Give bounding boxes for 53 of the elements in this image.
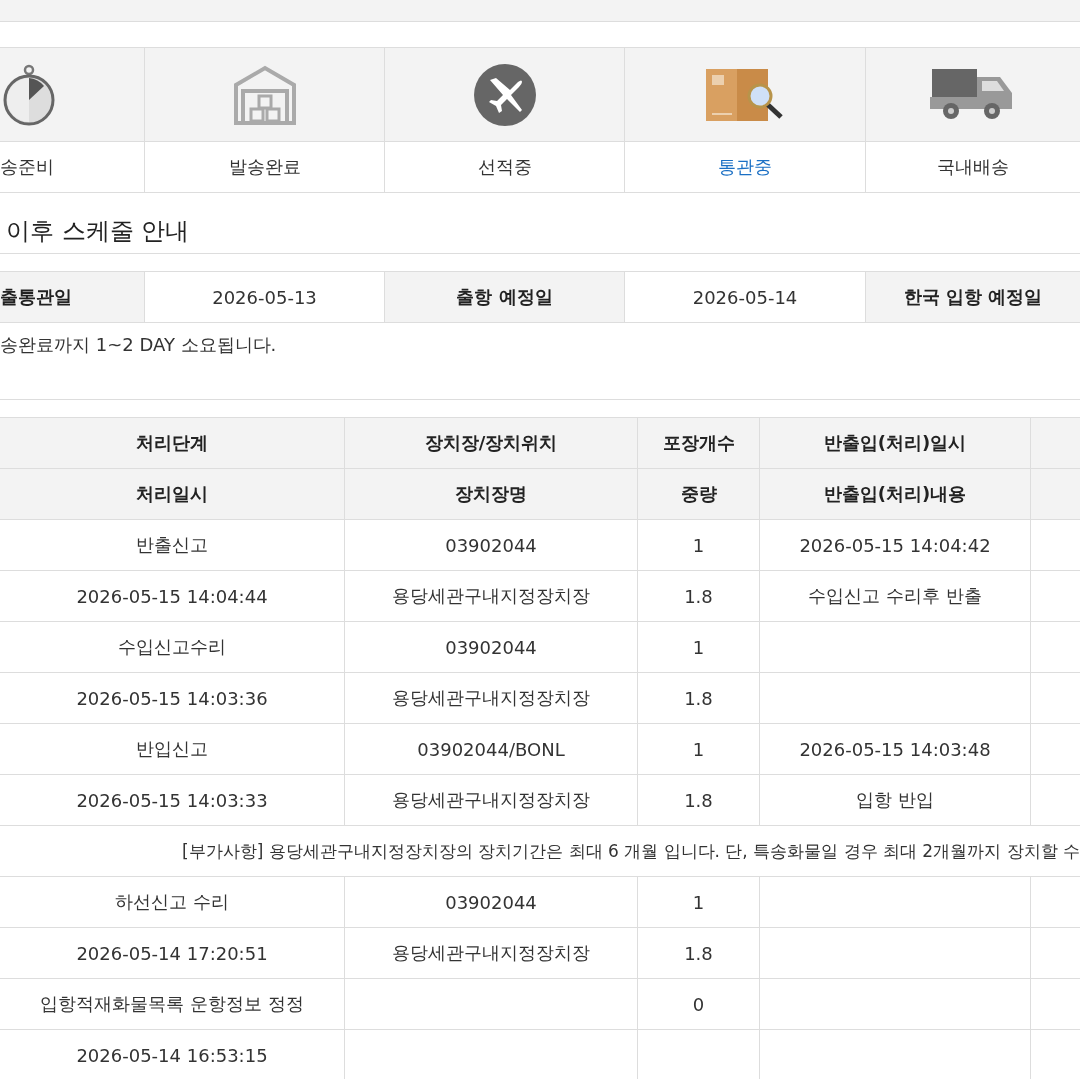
step-label: 통관중: [717, 155, 773, 179]
table-cell: 입항적재화물목록 운항정보 정정: [40, 992, 304, 1016]
column-header: 반출입(처리)일시: [759, 418, 1030, 468]
column-header: 포장개수: [637, 418, 759, 468]
schedule-label: 한국 입항 예정일: [865, 272, 1080, 322]
step-label: 송준비: [0, 155, 55, 179]
table-cell: 03902044/BONL: [417, 738, 565, 760]
table-cell: 수입신고 수리후 반출: [808, 584, 982, 608]
table-cell: 1: [692, 534, 705, 556]
table-cell: 입항 반입: [856, 788, 934, 812]
schedule-note: 송완료까지 1~2 DAY 소요됩니다.: [0, 333, 1080, 400]
table-cell: 03902044: [445, 534, 537, 556]
schedule-label: 출항 예정일: [384, 272, 624, 322]
column-header: 반출입(처리)내용: [759, 469, 1030, 519]
table-cell: 반출신고: [136, 533, 208, 557]
table-cell: 하선신고 수리: [115, 890, 229, 914]
column-header: 처리단계: [135, 431, 209, 455]
schedule-label: 출통관일: [0, 272, 144, 322]
section-title: 이후 스케줄 안내: [0, 215, 1080, 254]
box-magnifier-icon: [706, 68, 784, 121]
warehouse-icon: [232, 64, 297, 125]
table-cell: 03902044: [445, 891, 537, 913]
column-header: 처리일시: [135, 482, 209, 506]
table-cell: 용당세관구내지정장치장: [392, 788, 590, 812]
table-cell: 1.8: [684, 789, 713, 811]
table-cell: 2026-05-15 14:03:36: [76, 687, 268, 709]
table-cell: 0: [692, 993, 705, 1015]
column-header: 중량: [637, 469, 759, 519]
table-cell: 2026-05-15 14:04:44: [76, 585, 268, 607]
table-cell: 2026-05-15 14:04:42: [799, 534, 991, 556]
table-cell: 2026-05-14 16:53:15: [76, 1044, 268, 1066]
table-cell: 용당세관구내지정장치장: [392, 686, 590, 710]
column-header: 장치장명: [344, 469, 637, 519]
table-cell: 2026-05-14 17:20:51: [76, 942, 268, 964]
table-cell: 용당세관구내지정장치장: [392, 941, 590, 965]
step-label: 발송완료: [227, 155, 302, 179]
table-cell: 반입신고: [136, 737, 208, 761]
table-cell: 1.8: [684, 585, 713, 607]
step-label: 국내배송: [936, 155, 1010, 179]
table-cell: 1: [692, 738, 705, 760]
table-cell: 1: [692, 636, 705, 658]
step-label: 선적중: [476, 155, 533, 179]
table-cell: 2026-05-15 14:03:33: [76, 789, 268, 811]
table-cell: 용당세관구내지정장치장: [392, 584, 590, 608]
column-header: 장치장/장치위치: [344, 418, 637, 468]
table-cell: 수입신고수리: [118, 635, 226, 659]
table-cell: 2026-05-15 14:03:48: [799, 738, 991, 760]
table-cell: 1.8: [684, 687, 713, 709]
table-cell: 03902044: [445, 636, 537, 658]
notice-text: [부가사항] 용당세관구내지정장치장의 장치기간은 최대 6 개월 입니다. 단, 특송화물일 경우 최대 2개월까지 장치할 수: [182, 839, 1080, 863]
table-cell: 1: [692, 891, 705, 913]
airplane-icon: [473, 63, 536, 126]
table-cell: 1.8: [684, 942, 713, 964]
